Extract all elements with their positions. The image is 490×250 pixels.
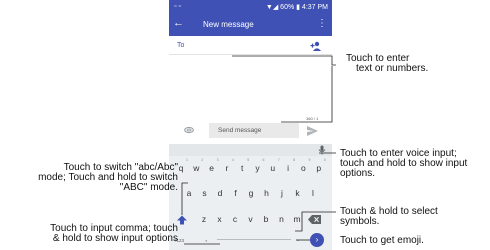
callout-switch-mode: Touch to switch "abc/Abc" mode; Touch an…	[38, 162, 178, 193]
callout-select-symbols: Touch & hold to select symbols.	[340, 206, 438, 227]
callout-get-emoji: Touch to get emoji.	[340, 235, 424, 246]
callout-enter-text: Touch to enter text or numbers.	[346, 53, 429, 74]
callout-input-comma: Touch to input comma; touch & hold to sh…	[50, 223, 178, 244]
callout-voice-input: Touch to enter voice input; touch and ho…	[340, 148, 468, 179]
